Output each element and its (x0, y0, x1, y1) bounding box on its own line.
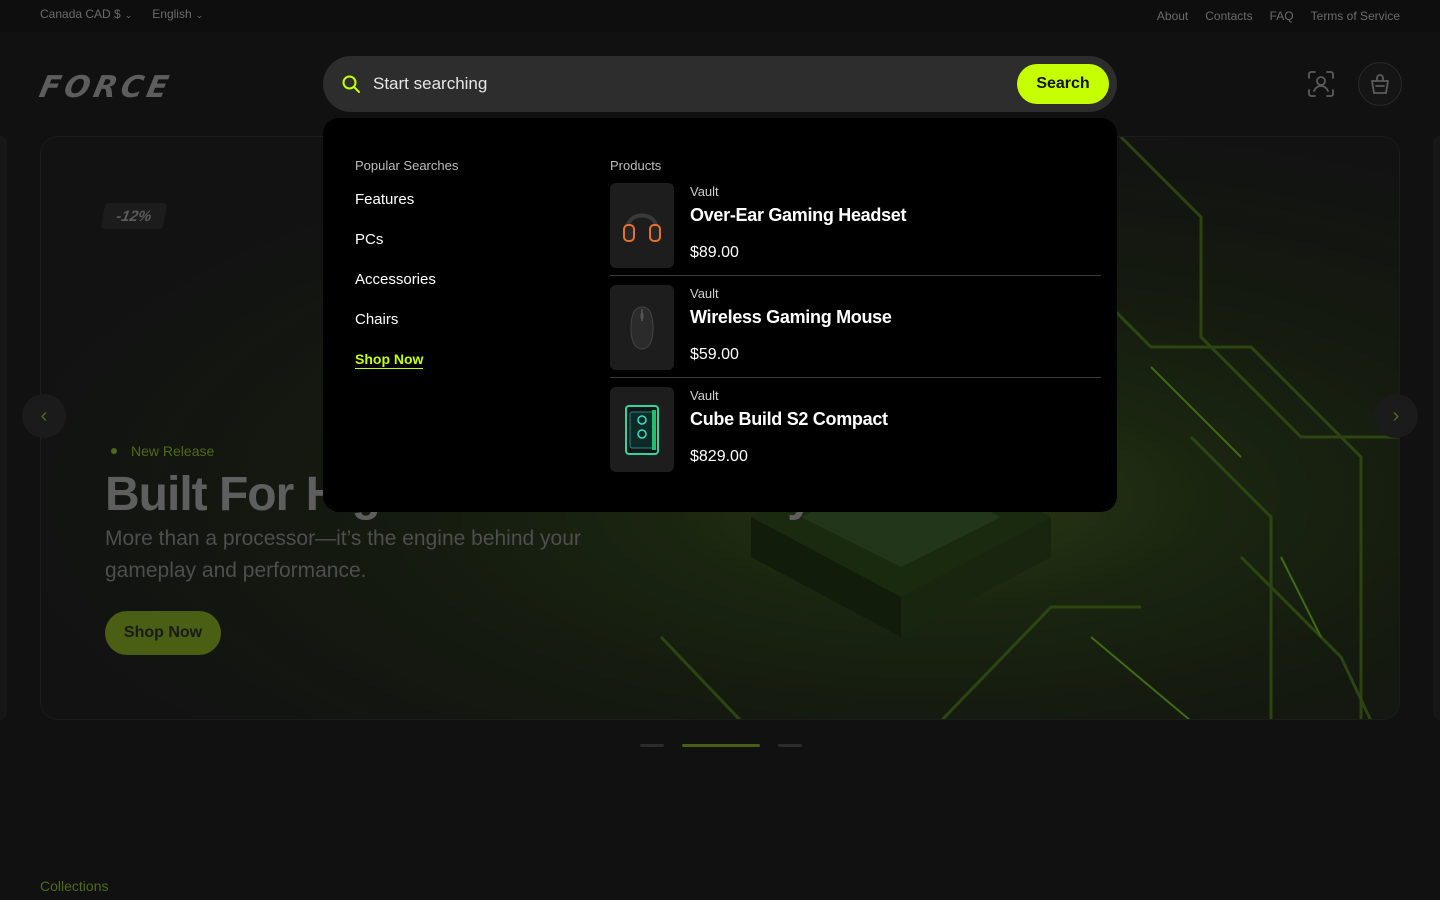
divider (610, 275, 1101, 276)
mouse-icon (630, 305, 654, 350)
carousel-dot[interactable] (778, 744, 802, 747)
product-result[interactable]: Vault Cube Build S2 Compact $829.00 (610, 387, 1101, 489)
divider (610, 377, 1101, 378)
product-result[interactable]: Vault Over-Ear Gaming Headset $89.00 (610, 183, 1101, 285)
product-result[interactable]: Vault Wireless Gaming Mouse $59.00 (610, 285, 1101, 387)
language-selector[interactable]: English ⌄ (152, 7, 203, 21)
product-info: Vault Wireless Gaming Mouse $59.00 (690, 285, 892, 387)
product-name: Cube Build S2 Compact (690, 409, 888, 429)
brand-logo[interactable]: FORCE (36, 70, 175, 105)
product-name: Over-Ear Gaming Headset (690, 205, 907, 225)
search-icon (342, 75, 360, 93)
product-thumbnail (610, 285, 674, 370)
prev-slide-peek (0, 136, 7, 720)
currency-label: Canada CAD $ (40, 7, 121, 21)
popular-searches-list: Features PCs Accessories Chairs (355, 191, 458, 351)
chevron-down-icon: ⌄ (195, 9, 204, 20)
products-heading: Products (610, 158, 662, 173)
carousel-dot-active[interactable] (682, 744, 760, 747)
chevron-right-icon: › (1392, 404, 1400, 427)
product-price: $89.00 (690, 244, 739, 261)
faq-link[interactable]: FAQ (1270, 9, 1294, 23)
user-scan-icon (1308, 71, 1334, 97)
about-link[interactable]: About (1157, 9, 1188, 23)
chevron-left-icon: ‹ (40, 404, 48, 427)
popular-item-features[interactable]: Features (355, 191, 458, 231)
hero-subtitle: More than a processor—it’s the engine be… (105, 527, 581, 582)
contacts-link[interactable]: Contacts (1205, 9, 1252, 23)
product-info: Vault Over-Ear Gaming Headset $89.00 (690, 183, 906, 285)
carousel-pagination (640, 744, 802, 747)
utility-links: About Contacts FAQ Terms of Service (1157, 9, 1400, 23)
product-price: $829.00 (690, 448, 748, 465)
new-release-tag: New Release (111, 443, 214, 459)
next-slide-peek (1433, 136, 1440, 720)
product-suggestions: Products Vault Over-Ear Gaming Headset $… (610, 158, 1101, 489)
popular-item-chairs[interactable]: Chairs (355, 311, 458, 351)
popular-searches: Popular Searches Features PCs Accessorie… (355, 158, 458, 369)
collections-heading: Collections (40, 878, 109, 894)
product-name: Wireless Gaming Mouse (690, 307, 892, 327)
product-info: Vault Cube Build S2 Compact $829.00 (690, 387, 888, 489)
hero-shop-now-button[interactable]: Shop Now (105, 611, 221, 655)
status-dot-icon (111, 448, 117, 454)
carousel-next-button[interactable]: › (1374, 394, 1418, 438)
currency-selector[interactable]: Canada CAD $ ⌄ (40, 7, 132, 21)
product-vendor: Vault (690, 184, 719, 199)
popular-item-pcs[interactable]: PCs (355, 231, 458, 271)
product-thumbnail (610, 183, 674, 268)
product-vendor: Vault (690, 388, 719, 403)
cart-icon (1371, 74, 1389, 94)
popular-item-accessories[interactable]: Accessories (355, 271, 458, 311)
carousel-dot[interactable] (640, 744, 664, 747)
product-price: $59.00 (690, 346, 739, 363)
product-vendor: Vault (690, 286, 719, 301)
search-input[interactable] (373, 74, 1017, 94)
locale-selectors: Canada CAD $ ⌄ English ⌄ (40, 7, 203, 21)
account-button[interactable] (1299, 62, 1343, 106)
product-thumbnail (610, 387, 674, 472)
top-utility-bar: Canada CAD $ ⌄ English ⌄ About Contacts … (0, 0, 1440, 32)
cart-button[interactable] (1358, 62, 1402, 106)
pc-case-icon (625, 404, 659, 455)
language-label: English (152, 7, 192, 21)
product-list: Vault Over-Ear Gaming Headset $89.00 Vau… (610, 183, 1101, 489)
new-release-label: New Release (131, 443, 215, 459)
chevron-down-icon: ⌄ (124, 9, 133, 20)
search-bar: Search (323, 56, 1117, 112)
shop-now-link[interactable]: Shop Now (355, 351, 424, 369)
carousel-prev-button[interactable]: ‹ (22, 394, 66, 438)
terms-link[interactable]: Terms of Service (1311, 9, 1400, 23)
search-dropdown: Popular Searches Features PCs Accessorie… (323, 118, 1117, 512)
headset-icon (623, 213, 661, 242)
search-button[interactable]: Search (1017, 64, 1109, 104)
discount-badge: -12% (100, 203, 168, 229)
popular-searches-heading: Popular Searches (355, 158, 459, 173)
